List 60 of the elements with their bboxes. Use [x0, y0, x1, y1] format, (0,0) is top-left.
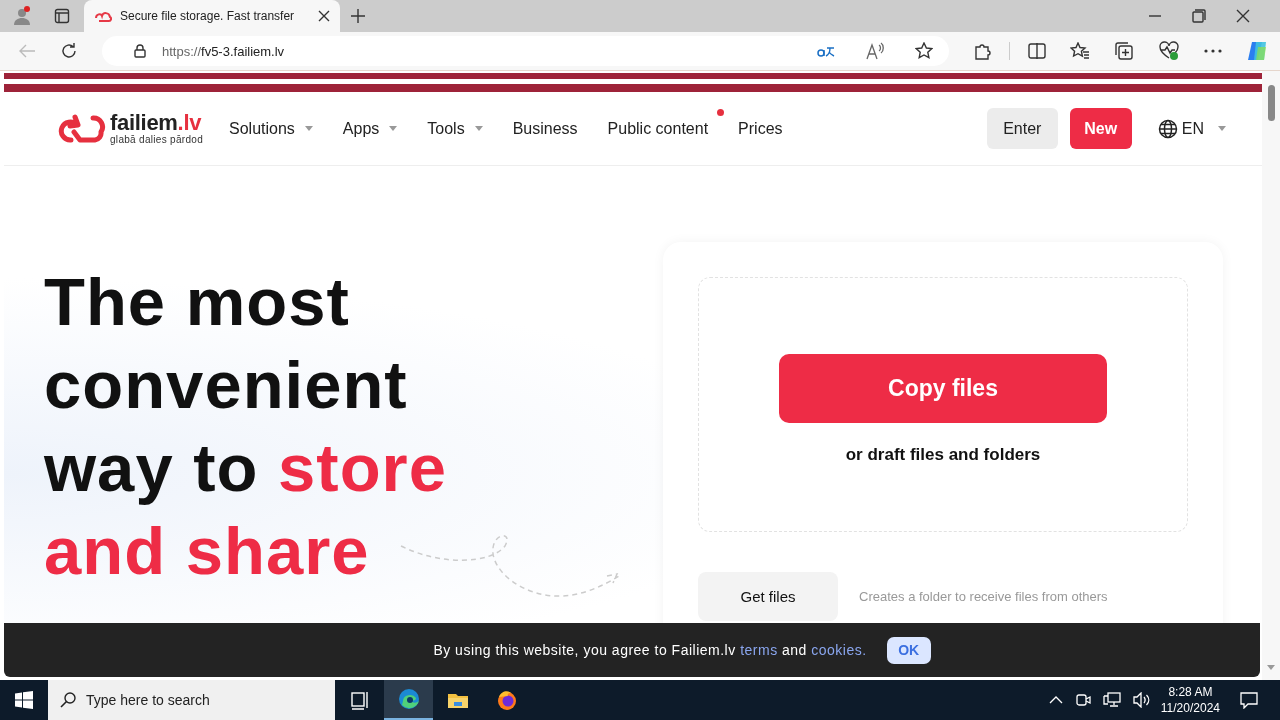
network-icon[interactable] — [1102, 692, 1121, 708]
more-icon[interactable] — [1204, 49, 1222, 53]
clock-time: 8:28 AM — [1168, 684, 1213, 700]
nav-link[interactable]: Prices — [738, 119, 783, 138]
caret-icon — [1218, 126, 1226, 131]
notifications-icon[interactable] — [1240, 691, 1258, 709]
logo-tagline: glabā dalies pārdod — [110, 135, 203, 145]
cloud-logo-icon — [58, 112, 106, 145]
get-files-description: Creates a folder to receive files from others — [859, 589, 1108, 604]
chevron-up-icon[interactable] — [1048, 696, 1063, 704]
logo-wordmark: failiem.lv — [110, 112, 203, 134]
nav-link[interactable]: Tools — [427, 119, 483, 138]
ok-button[interactable]: OK — [886, 636, 931, 664]
cloud-logo-icon — [94, 10, 112, 22]
clock-date: 11/20/2024 — [1160, 700, 1220, 716]
nav-link[interactable]: Business — [512, 119, 578, 138]
volume-icon[interactable] — [1132, 692, 1151, 708]
browser-health-icon[interactable] — [1158, 41, 1180, 61]
search-icon — [60, 692, 76, 708]
cookies-link[interactable]: cookies. — [811, 642, 867, 658]
new-button[interactable]: New — [1069, 108, 1132, 149]
nav-link[interactable]: Public content — [607, 119, 709, 138]
browser-tab[interactable]: Secure file storage. Fast transfer — [84, 0, 340, 32]
extensions-icon[interactable] — [973, 42, 991, 60]
read-aloud-icon[interactable] — [865, 42, 885, 60]
close-icon[interactable] — [1236, 9, 1250, 23]
cookie-notice: By using this website, you agree to Failiem.lv terms and cookies. — [433, 642, 867, 658]
tab-actions-icon[interactable] — [54, 8, 70, 24]
firefox-icon — [495, 689, 518, 711]
scrollbar[interactable] — [1262, 71, 1280, 680]
taskbar-search-field[interactable]: Type here to search — [48, 680, 335, 720]
taskbar-app[interactable] — [384, 680, 433, 720]
nav-link[interactable]: Apps — [342, 119, 398, 138]
star-icon[interactable] — [915, 42, 933, 60]
terms-link[interactable]: terms — [740, 642, 778, 658]
close-icon[interactable] — [318, 10, 330, 22]
tab-title: Secure file storage. Fast transfer — [120, 9, 296, 23]
edge-icon — [397, 688, 420, 710]
copy-files-button[interactable]: Copy files — [779, 354, 1107, 423]
start-button[interactable] — [15, 691, 33, 709]
collections-icon[interactable] — [1114, 41, 1134, 61]
url-text: https://fv5-3.failiem.lv — [162, 43, 285, 59]
restore-icon[interactable] — [1192, 9, 1206, 23]
refresh-icon[interactable] — [60, 42, 78, 60]
nav-link[interactable]: Solutions — [229, 119, 313, 138]
lock-icon — [134, 44, 146, 58]
favorites-icon[interactable] — [1070, 42, 1090, 60]
globe-icon — [1157, 118, 1178, 139]
drop-hint: or draft files and folders — [845, 445, 1041, 465]
language-selector[interactable]: EN — [1157, 118, 1226, 139]
task-view-icon — [348, 689, 371, 711]
address-bar[interactable]: https://fv5-3.failiem.lv — [102, 36, 949, 66]
enter-button[interactable]: Enter — [986, 108, 1058, 149]
get-files-button[interactable]: Get files — [698, 572, 838, 621]
profile-icon[interactable] — [12, 6, 32, 26]
drop-zone[interactable]: Copy files or draft files and folders — [698, 277, 1188, 532]
hero-heading: The most convenient way to store and share — [44, 263, 448, 590]
new-tab-icon[interactable] — [350, 8, 366, 24]
camera-icon[interactable] — [1074, 692, 1091, 708]
split-screen-icon[interactable] — [1028, 42, 1046, 60]
